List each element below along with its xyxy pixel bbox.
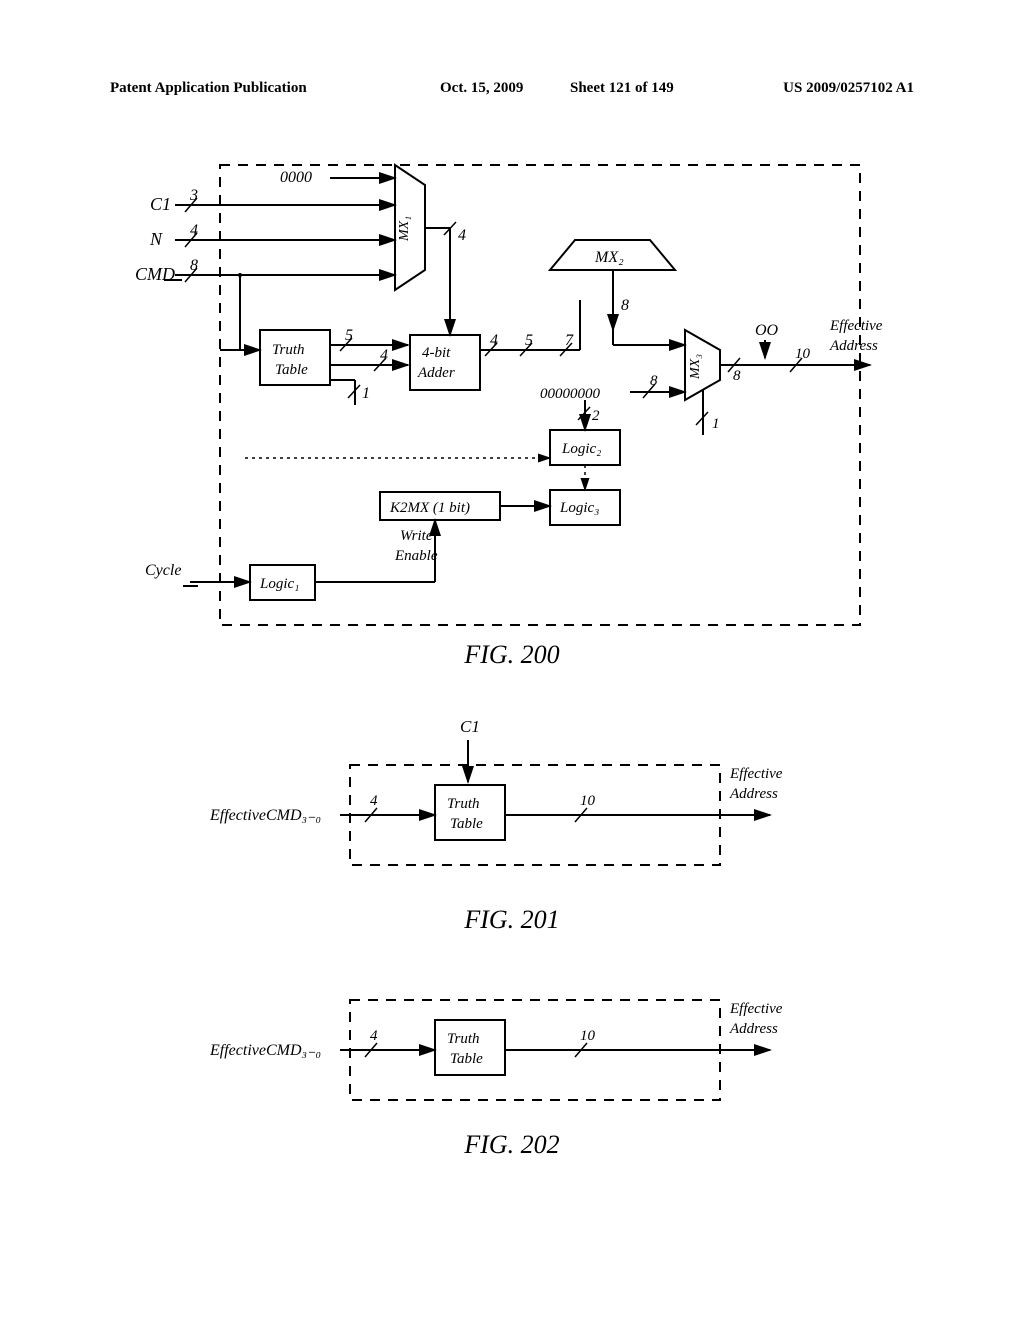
fig201-c1: C1 xyxy=(460,717,480,736)
addr-out10: 10 xyxy=(795,346,811,362)
svg-text:Address: Address xyxy=(729,786,778,802)
fig202-outw: 10 xyxy=(580,1028,596,1044)
mx3-sel: 1 xyxy=(712,416,720,432)
fig202-caption: FIG. 202 xyxy=(0,1130,1024,1160)
hdr-publication: Patent Application Publication xyxy=(110,80,307,97)
truth-sel1: 1 xyxy=(362,385,370,402)
k2mx-label: K2MX (1 bit) xyxy=(389,500,470,516)
logic1-label: Logic₁ xyxy=(259,576,299,592)
hdr-sheet: Sheet 121 of 149 xyxy=(570,80,674,97)
hdr-date: Oct. 15, 2009 xyxy=(440,80,523,97)
fig201-inw: 4 xyxy=(370,793,378,809)
svg-text:Truth: Truth xyxy=(447,1031,480,1047)
const-oo: OO xyxy=(755,322,779,339)
fig201-cmd: EffectiveCMD₃₋₀ xyxy=(210,807,321,824)
mx3-out8: 8 xyxy=(733,368,741,384)
eff-addr-l2: Address xyxy=(829,338,878,354)
svg-text:Effective: Effective xyxy=(729,1001,783,1017)
const-8zero: 00000000 xyxy=(540,386,601,402)
svg-text:Address: Address xyxy=(729,1021,778,1037)
adder-l1: 4-bit xyxy=(422,345,451,361)
we-l2: Enable xyxy=(394,548,438,564)
mx1-out-w: 4 xyxy=(458,227,466,244)
mx3-label: MX₃ xyxy=(688,354,703,380)
fig201-caption: FIG. 201 xyxy=(0,905,1024,935)
logic2-inw: 2 xyxy=(592,408,600,424)
fig202-inw: 4 xyxy=(370,1028,378,1044)
svg-text:Table: Table xyxy=(450,816,483,832)
adder-l2: Adder xyxy=(417,365,455,381)
truth-out4: 4 xyxy=(380,347,388,364)
adder-block xyxy=(410,335,480,390)
hdr-number: US 2009/0257102 A1 xyxy=(783,80,914,97)
fig-200: C1 3 N 4 CMD 8 0000 MX₁ 4 MX₂ 8 Truth Ta… xyxy=(130,140,910,640)
truth-label2: Table xyxy=(275,362,308,378)
mx1-label: MX₁ xyxy=(397,216,412,242)
fig-201: C1 EffectiveCMD₃₋₀ 4 Truth Table 10 Effe… xyxy=(210,710,810,880)
logic3-label: Logic₃ xyxy=(559,500,599,516)
we-l1: Write xyxy=(400,528,433,544)
cycle-label: Cycle xyxy=(145,562,181,579)
svg-text:Effective: Effective xyxy=(729,766,783,782)
const-0000: 0000 xyxy=(280,169,312,186)
fig202-cmd: EffectiveCMD₃₋₀ xyxy=(210,1042,321,1059)
mx2-label: MX₂ xyxy=(594,249,624,266)
truth-label1: Truth xyxy=(272,342,305,358)
label-c1: C1 xyxy=(150,194,171,214)
fig201-outw: 10 xyxy=(580,793,596,809)
logic2-label: Logic₂ xyxy=(561,441,601,457)
svg-text:Truth: Truth xyxy=(447,796,480,812)
svg-text:Table: Table xyxy=(450,1051,483,1067)
page: { "header": { "left": "Patent Applicatio… xyxy=(0,0,1024,1320)
fig200-caption: FIG. 200 xyxy=(0,640,1024,670)
label-n: N xyxy=(149,229,163,249)
eff-addr-l1: Effective xyxy=(829,318,883,334)
mx2-out-w: 8 xyxy=(621,297,629,314)
fig-202: EffectiveCMD₃₋₀ 4 Truth Table 10 Effecti… xyxy=(210,985,810,1115)
const8zero-w: 8 xyxy=(650,373,658,389)
